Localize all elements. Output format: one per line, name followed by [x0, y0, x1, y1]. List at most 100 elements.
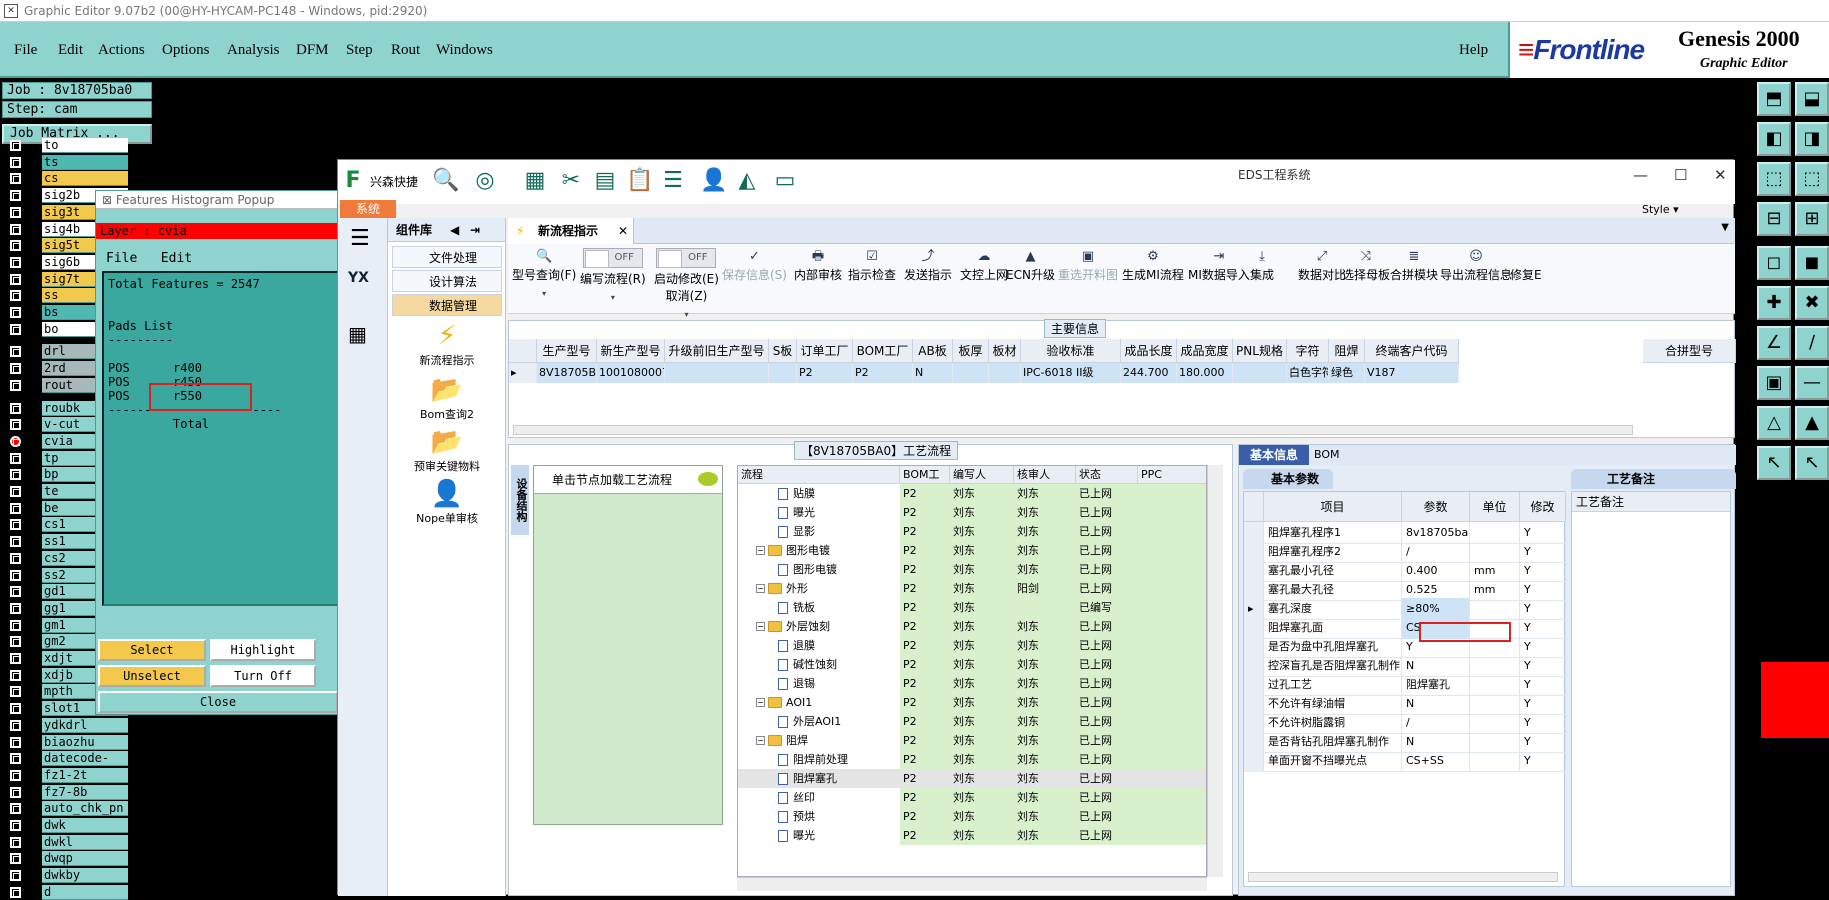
tool-icon-4[interactable]: ⊟	[1757, 202, 1791, 236]
tool-icon-18[interactable]: —	[1795, 366, 1829, 400]
system-tab[interactable]: 系统	[340, 200, 396, 218]
layer-row-dwkby[interactable]: dwkby	[2, 868, 152, 884]
tool-icon-6[interactable]: ✚	[1757, 286, 1791, 320]
chevron-left-icon[interactable]: ◀	[450, 218, 459, 242]
layer-checkbox[interactable]	[10, 536, 21, 548]
flow-col-4[interactable]: 状态	[1076, 466, 1138, 484]
tab-basic-info[interactable]: 基本信息	[1239, 445, 1309, 465]
close-icon[interactable]: ✕	[1714, 166, 1727, 184]
layer-checkbox[interactable]	[10, 307, 21, 318]
layer-checkbox[interactable]	[10, 256, 21, 268]
menu-windows[interactable]: Windows	[436, 42, 493, 59]
main-cell-12[interactable]	[1233, 363, 1287, 383]
unselect-button[interactable]: Unselect	[98, 665, 206, 687]
menu-edit[interactable]: Edit	[58, 42, 83, 59]
layer-name[interactable]: dwk	[42, 818, 128, 833]
layer-row-dwk[interactable]: dwk	[2, 818, 152, 833]
layer-name[interactable]: fz7-8b	[42, 784, 128, 800]
clipboard-icon[interactable]: 📋	[626, 168, 653, 194]
layer-checkbox[interactable]	[10, 519, 21, 531]
comp-file-processing[interactable]: 文件处理	[392, 246, 502, 268]
main-col-13[interactable]: 字符	[1287, 339, 1329, 363]
tool-icon-8[interactable]: ▣	[1757, 366, 1791, 400]
histogram-menu-edit[interactable]: Edit	[161, 251, 192, 266]
main-cell-10[interactable]: 244.700	[1121, 363, 1177, 383]
big-bom-query[interactable]: 📂 Bom查询2	[392, 374, 502, 422]
main-info-hscroll[interactable]	[513, 425, 1633, 435]
layer-checkbox[interactable]	[10, 686, 21, 698]
layer-row-ts[interactable]: ts	[2, 154, 152, 170]
toggle-switch[interactable]: OFF	[654, 248, 719, 268]
flow-row[interactable]: 显影 P2 刘东 刘东 已上网	[738, 522, 1206, 541]
layer-checkbox[interactable]	[10, 820, 21, 831]
layer-row-fz1-2t[interactable]: fz1-2t	[2, 767, 152, 783]
layer-checkbox[interactable]	[10, 190, 21, 202]
big-nope-review[interactable]: 👤 Nope单审核	[392, 478, 502, 526]
main-col-4[interactable]: 订单工厂	[797, 339, 853, 363]
layer-name[interactable]: fz1-2t	[42, 767, 128, 783]
big-prereview-material[interactable]: 📂 预审关键物料	[392, 426, 502, 474]
layer-checkbox[interactable]	[10, 769, 21, 781]
tool-icon-7[interactable]: ∠	[1757, 326, 1791, 360]
layer-row-dwkl[interactable]: dwkl	[2, 834, 152, 850]
tool-icon-14[interactable]: ⊞	[1795, 202, 1829, 236]
maximize-icon[interactable]: ☐	[1674, 166, 1687, 184]
layer-checkbox[interactable]	[10, 886, 21, 898]
ribbon-16[interactable]: ☺ 导出流程信息	[1440, 248, 1512, 289]
equipment-structure-tab[interactable]: 设备结构	[511, 465, 529, 535]
main-cell-6[interactable]: N	[913, 363, 953, 383]
main-col-1[interactable]: 新生产型号	[597, 339, 665, 363]
tool-icon-1[interactable]: ⬒	[1757, 82, 1791, 116]
main-cell-9[interactable]: IPC-6018 II级	[1021, 363, 1121, 383]
ribbon-0[interactable]: 🔍 型号查询(F) ▾	[512, 248, 576, 298]
layer-checkbox[interactable]	[10, 552, 21, 564]
layer-row-cs[interactable]: cs	[2, 171, 152, 187]
tool-icon-11[interactable]: ⬓	[1795, 82, 1829, 116]
main-col-10[interactable]: 成品长度	[1121, 339, 1177, 363]
user-icon[interactable]: 👤	[700, 168, 727, 194]
menu-options[interactable]: Options	[162, 42, 210, 59]
layer-checkbox[interactable]	[10, 753, 21, 765]
ribbon-15[interactable]: ≣ 合拼模块	[1390, 248, 1438, 289]
close-button[interactable]: Close	[98, 691, 338, 713]
flow-row[interactable]: 退锡 P2 刘东 刘东 已上网	[738, 674, 1206, 693]
tool-icon-17[interactable]: ∕	[1795, 326, 1829, 360]
ribbon-6[interactable]: ⤴ 发送指示	[904, 248, 952, 289]
layer-name[interactable]: to	[42, 138, 128, 153]
histogram-menu-file[interactable]: File	[106, 251, 137, 266]
tool-icon-10[interactable]: ↖	[1757, 446, 1791, 480]
layer-checkbox[interactable]	[10, 502, 21, 514]
dropdown-icon[interactable]: ▾	[512, 289, 576, 298]
main-cell-7[interactable]	[953, 363, 989, 383]
layer-name[interactable]: biaozhu	[42, 734, 128, 750]
process-tree-vscroll[interactable]	[1207, 465, 1223, 877]
params-col-0[interactable]: 项目	[1264, 492, 1402, 522]
params-cell-1[interactable]: CS+SS	[1402, 750, 1470, 772]
search-icon[interactable]: 🔍	[432, 168, 459, 194]
flow-row[interactable]: 外层AOI1 P2 刘东 刘东 已上网	[738, 712, 1206, 731]
flow-row[interactable]: − 图形电镀 P2 刘东 刘东 已上网	[738, 541, 1206, 560]
ribbon-14[interactable]: ⤨ 选择母板	[1342, 248, 1390, 289]
flow-row[interactable]: 预烘 P2 刘东 刘东 已上网	[738, 807, 1206, 826]
chart-icon[interactable]: ◭	[734, 168, 760, 194]
main-cell-8[interactable]	[989, 363, 1021, 383]
main-cell-13[interactable]: 白色字符	[1287, 363, 1329, 383]
main-col-12[interactable]: PNL规格	[1233, 339, 1287, 363]
layer-checkbox[interactable]	[10, 619, 21, 631]
tab-dropdown-icon[interactable]: ▼	[1721, 222, 1729, 233]
flow-col-3[interactable]: 核审人	[1014, 466, 1076, 484]
expand-icon[interactable]: −	[756, 698, 765, 707]
row-indicator[interactable]: ▸	[509, 363, 537, 383]
menu-dfm[interactable]: DFM	[296, 42, 329, 59]
layer-checkbox[interactable]	[10, 870, 21, 882]
flow-row[interactable]: 曝光 P2 刘东 刘东 已上网	[738, 503, 1206, 522]
pin-icon[interactable]: ⇥	[470, 218, 480, 242]
layer-checkbox[interactable]	[10, 569, 21, 581]
ribbon-11[interactable]: ⇥ MI数据导入	[1188, 248, 1250, 289]
params-col-2[interactable]: 单位	[1470, 492, 1520, 522]
process-tree-hscroll[interactable]	[737, 877, 1207, 891]
main-cell-0[interactable]: 8V18705BA0	[537, 363, 597, 383]
tab-bom[interactable]: BOM	[1314, 445, 1354, 465]
menu-file[interactable]: File	[14, 42, 37, 59]
main-col-15[interactable]: 终端客户代码	[1365, 339, 1459, 363]
